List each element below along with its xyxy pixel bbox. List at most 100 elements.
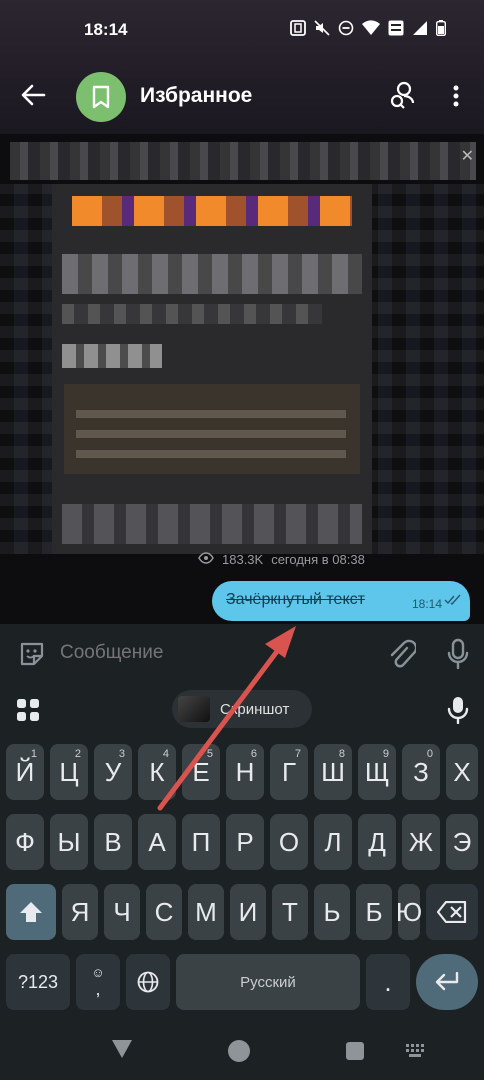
nav-recents-icon[interactable] xyxy=(346,1042,364,1060)
key[interactable]: Д xyxy=(358,814,396,870)
microphone-icon[interactable] xyxy=(446,638,470,670)
key-label: , xyxy=(95,979,101,999)
views-count: 183.3K xyxy=(222,552,264,567)
key-label: Э xyxy=(452,826,472,857)
key[interactable]: Ч xyxy=(104,884,140,940)
key-label: Х xyxy=(453,756,471,787)
key[interactable]: Т xyxy=(272,884,308,940)
key[interactable]: Й1 xyxy=(6,744,44,800)
key[interactable]: Н6 xyxy=(226,744,264,800)
nav-back-icon[interactable] xyxy=(110,1038,134,1060)
key[interactable]: У3 xyxy=(94,744,132,800)
key[interactable]: Ф xyxy=(6,814,44,870)
key-hint: 9 xyxy=(382,748,389,760)
shift-icon xyxy=(20,902,42,922)
chat-header: Избранное xyxy=(0,60,484,134)
key-label: Й xyxy=(15,756,35,787)
blurred-text xyxy=(62,504,362,544)
key-label: Ф xyxy=(15,826,35,857)
post-date: сегодня в 08:38 xyxy=(271,552,365,567)
close-icon[interactable]: ✕ xyxy=(461,146,474,166)
back-arrow-icon[interactable] xyxy=(20,80,46,110)
status-time: 18:14 xyxy=(84,20,128,39)
blurred-text xyxy=(62,304,322,324)
symbols-key[interactable]: ?123 xyxy=(6,954,70,1010)
apps-grid-icon[interactable] xyxy=(16,698,40,722)
key[interactable]: Ы xyxy=(50,814,88,870)
key[interactable]: Л xyxy=(314,814,352,870)
key[interactable]: Э xyxy=(446,814,478,870)
key[interactable]: Х xyxy=(446,744,478,800)
signal-icon xyxy=(412,20,428,39)
key-hint: 8 xyxy=(338,748,345,760)
key[interactable]: Ь xyxy=(314,884,350,940)
key-label: Б xyxy=(365,896,383,927)
space-key[interactable]: Русский xyxy=(176,954,360,1010)
screenshot-thumbnail xyxy=(178,696,210,722)
key-hint: 1 xyxy=(30,748,37,760)
key-label: Ы xyxy=(57,826,81,857)
comma-emoji-key[interactable]: ☺ , xyxy=(76,954,120,1010)
key[interactable]: А xyxy=(138,814,176,870)
voice-input-icon[interactable] xyxy=(446,696,470,725)
key[interactable]: М xyxy=(188,884,224,940)
key-hint: 7 xyxy=(294,748,301,760)
keyboard-switch-icon[interactable] xyxy=(406,1044,426,1058)
key-label: О xyxy=(278,826,300,857)
key-label: Ш xyxy=(321,756,345,787)
key[interactable]: С xyxy=(146,884,182,940)
period-key[interactable]: . xyxy=(366,954,410,1010)
enter-icon xyxy=(435,972,459,991)
chat-title[interactable]: Избранное xyxy=(140,84,252,108)
avatar[interactable] xyxy=(76,72,126,122)
key[interactable]: Б xyxy=(356,884,392,940)
key[interactable]: О xyxy=(270,814,308,870)
key-label: А xyxy=(148,826,166,857)
key[interactable]: Ш8 xyxy=(314,744,352,800)
message-input[interactable] xyxy=(60,642,360,664)
key[interactable]: П xyxy=(182,814,220,870)
more-menu-icon[interactable] xyxy=(446,82,466,112)
key[interactable]: Я xyxy=(62,884,98,940)
shift-key[interactable] xyxy=(6,884,56,940)
enter-key[interactable] xyxy=(416,954,478,1010)
search-user-icon[interactable] xyxy=(388,80,416,110)
key[interactable]: Е5 xyxy=(182,744,220,800)
key-label: Ц xyxy=(59,756,79,787)
key-hint: 5 xyxy=(206,748,213,760)
key-label: З xyxy=(413,756,429,787)
key[interactable]: Ц2 xyxy=(50,744,88,800)
message-composer xyxy=(0,624,484,686)
views-icon xyxy=(198,552,214,567)
language-key[interactable] xyxy=(126,954,170,1010)
key-label: Ч xyxy=(113,896,131,927)
key[interactable]: Ю xyxy=(395,884,423,940)
key[interactable]: В xyxy=(94,814,132,870)
key-label: Ю xyxy=(395,896,423,927)
key[interactable]: К4 xyxy=(138,744,176,800)
key-label: М xyxy=(195,896,217,927)
key[interactable]: И xyxy=(230,884,266,940)
clipboard-suggestion-chip[interactable]: Скриншот xyxy=(172,690,312,728)
pinned-message-blurred[interactable] xyxy=(10,142,476,180)
double-check-icon xyxy=(444,594,462,609)
outgoing-message[interactable]: Зачёркнутый текст 18:14 xyxy=(212,581,470,621)
key[interactable]: Р xyxy=(226,814,264,870)
volte-icon xyxy=(388,20,404,39)
backspace-icon xyxy=(437,901,467,923)
mute-icon xyxy=(314,20,330,39)
blurred-text xyxy=(76,398,346,458)
nav-home-icon[interactable] xyxy=(228,1040,250,1062)
key-label: Д xyxy=(368,826,386,857)
system-navigation-bar xyxy=(0,1020,484,1080)
key[interactable]: З0 xyxy=(402,744,440,800)
key-label: Я xyxy=(70,896,90,927)
key[interactable]: Щ9 xyxy=(358,744,396,800)
sticker-icon[interactable] xyxy=(18,640,46,668)
chat-area[interactable]: ✕ 183.3K сегодня в 08:38 Зачёркнутый тек… xyxy=(0,134,484,624)
key[interactable]: Г7 xyxy=(270,744,308,800)
key[interactable]: Ж xyxy=(402,814,440,870)
backspace-key[interactable] xyxy=(426,884,478,940)
attach-icon[interactable] xyxy=(386,638,418,670)
forwarded-post-blurred[interactable] xyxy=(52,184,372,554)
